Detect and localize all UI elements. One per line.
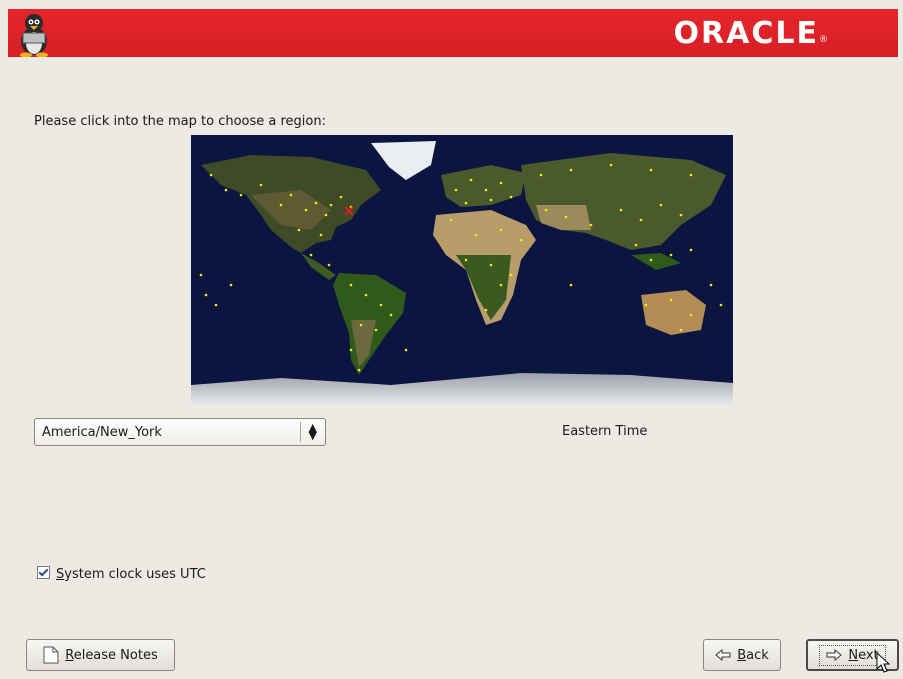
world-map[interactable] bbox=[191, 135, 733, 406]
timezone-select-value: America/New_York bbox=[42, 425, 162, 440]
map-instruction-label: Please click into the map to choose a re… bbox=[34, 114, 326, 129]
timezone-description: Eastern Time bbox=[562, 424, 648, 439]
back-label: ack bbox=[746, 647, 769, 663]
release-notes-label: elease Notes bbox=[73, 647, 158, 663]
select-divider bbox=[300, 422, 301, 442]
updown-arrows-icon: ▲ ▼ bbox=[308, 421, 317, 442]
utc-label: ystem clock uses UTC bbox=[64, 567, 206, 582]
back-button[interactable]: Back bbox=[703, 639, 781, 671]
installer-window: { "header": { "logo_text": "ORACLE", "lo… bbox=[0, 0, 903, 679]
next-mnemonic: N bbox=[848, 647, 859, 663]
utc-checkbox-row[interactable]: System clock uses UTC bbox=[37, 566, 206, 582]
release-notes-button[interactable]: Release Notes bbox=[26, 639, 175, 671]
arrow-left-icon bbox=[715, 649, 731, 661]
oracle-logo: ORACLE® bbox=[673, 16, 828, 51]
document-icon bbox=[43, 646, 59, 664]
timezone-select[interactable]: America/New_York ▲ ▼ bbox=[34, 418, 326, 446]
release-notes-mnemonic: R bbox=[65, 647, 74, 663]
utc-checkbox[interactable] bbox=[37, 566, 50, 579]
back-mnemonic: B bbox=[737, 647, 747, 663]
header-banner: ORACLE® bbox=[8, 9, 898, 57]
arrow-right-icon bbox=[826, 649, 843, 661]
mouse-pointer-icon bbox=[876, 652, 890, 673]
tux-penguin-icon bbox=[20, 14, 48, 57]
